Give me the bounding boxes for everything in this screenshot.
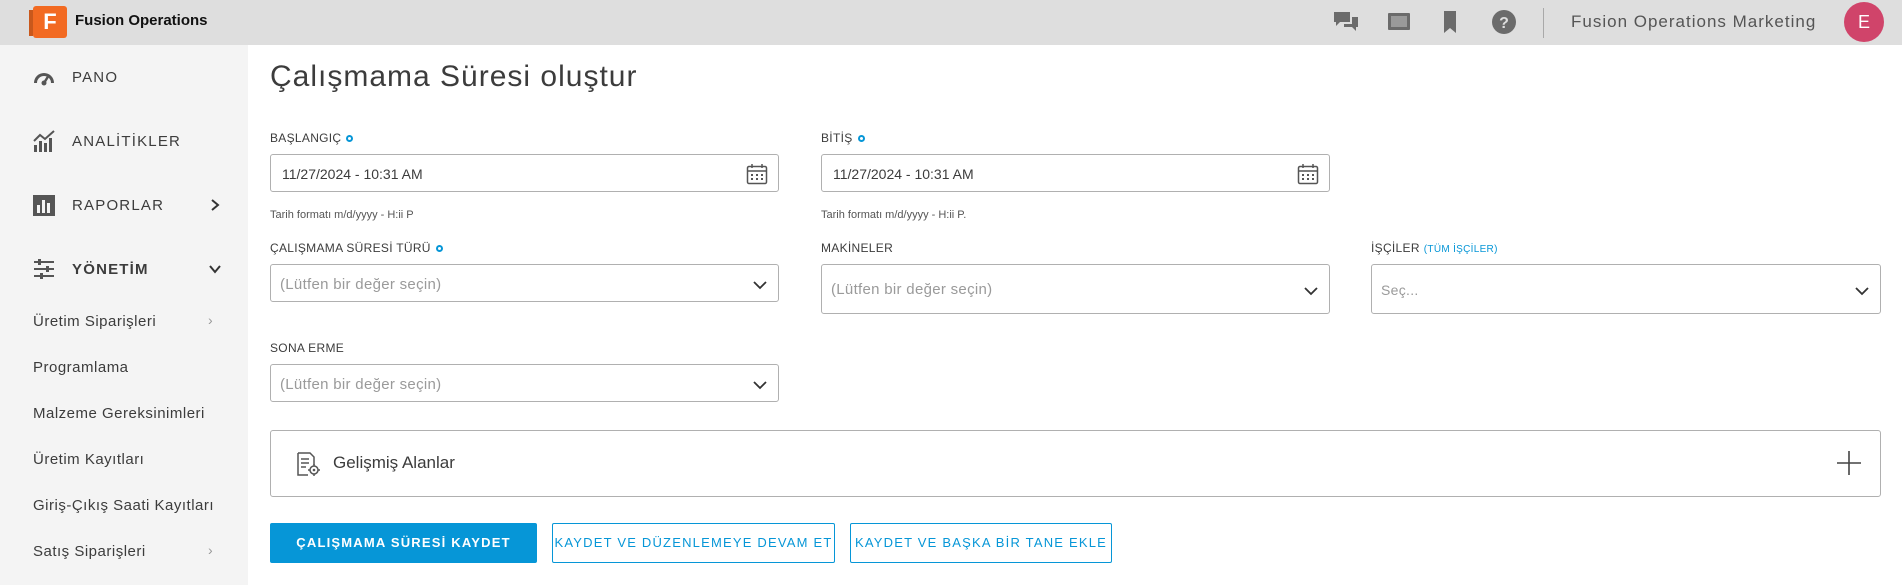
save-and-add-another-button[interactable]: KAYDET VE BAŞKA BİR TANE EKLE [850,523,1112,563]
required-indicator [857,135,865,143]
sidebar-item-label: YÖNETİM [72,261,149,278]
chevron-right-icon [211,199,220,211]
plus-icon[interactable] [1833,447,1865,479]
sidebar-item-reports[interactable]: RAPORLAR [0,185,248,225]
app-logo[interactable]: F [29,6,67,38]
advanced-fields-label: Gelişmiş Alanlar [333,453,455,472]
sidebar-subitem-scheduling[interactable]: Programlama [0,353,248,383]
machines-select[interactable]: (Lütfen bir değer seçin) [821,264,1330,314]
end-datetime-input[interactable]: 11/27/2024 - 10:31 AM [821,154,1330,192]
sidebar-subitem-label: Üretim Kayıtları [33,451,145,468]
screen-icon[interactable] [1385,9,1413,35]
sidebar-subitem-clock-records[interactable]: Giriş-Çıkış Saati Kayıtları [0,491,248,521]
dashboard-icon [34,73,54,86]
sidebar-item-dashboard[interactable]: PANO [0,57,248,97]
workers-select[interactable]: Seç... [1371,264,1881,314]
downtime-type-placeholder: (Lütfen bir değer seçin) [280,276,442,293]
advanced-settings-icon [297,452,320,476]
sidebar-subitem-label: Giriş-Çıkış Saati Kayıtları [33,497,215,514]
sidebar: PANO ANALİTİKLER RAPORLAR YÖNETİM Üretim… [0,45,248,585]
chevron-down-icon [753,281,767,290]
reports-icon [33,195,55,216]
save-downtime-button[interactable]: ÇALIŞMAMA SÜRESİ KAYDET [270,523,537,563]
start-datetime-value: 11/27/2024 - 10:31 AM [282,166,423,182]
end-label: BİTİŞ [821,131,865,145]
required-indicator [435,245,443,253]
sidebar-subitem-label: Malzeme Gereksinimleri [33,405,205,422]
machines-label: MAKİNELER [821,241,894,255]
app-title: Fusion Operations [75,12,208,29]
user-avatar[interactable]: E [1844,2,1884,42]
page-title: Çalışmama Süresi oluştur [270,60,638,93]
start-label: BAŞLANGIÇ [270,131,354,145]
calendar-icon[interactable] [1297,163,1319,185]
sliders-icon [34,259,54,279]
sidebar-subitem-production-orders[interactable]: Üretim Siparişleri › [0,307,248,337]
sidebar-item-management[interactable]: YÖNETİM [0,249,248,289]
workers-placeholder: Seç... [1381,282,1419,298]
sidebar-item-analytics[interactable]: ANALİTİKLER [0,121,248,161]
chevron-right-icon: › [208,542,213,558]
sidebar-subitem-sales-orders[interactable]: Satış Siparişleri › [0,537,248,567]
sidebar-subitem-production-records[interactable]: Üretim Kayıtları [0,445,248,475]
expiry-placeholder: (Lütfen bir değer seçin) [280,376,442,393]
svg-text:?: ? [1499,15,1509,32]
chevron-down-icon [753,381,767,390]
start-datetime-input[interactable]: 11/27/2024 - 10:31 AM [270,154,779,192]
expiry-label: SONA ERME [270,341,345,355]
sidebar-subitem-label: Programlama [33,359,129,376]
chat-icon[interactable] [1332,9,1360,35]
chevron-down-icon [1304,287,1318,296]
top-bar: F Fusion Operations ? Fusion Operations … [0,0,1902,45]
calendar-icon[interactable] [746,163,768,185]
downtime-type-select[interactable]: (Lütfen bir değer seçin) [270,264,779,302]
chevron-down-icon [209,265,221,274]
workers-label: İŞÇİLER (TÜM İŞÇİLER) [1371,241,1498,255]
required-indicator [346,135,354,143]
help-icon[interactable]: ? [1490,9,1518,35]
bookmark-icon[interactable] [1436,9,1464,35]
end-datetime-value: 11/27/2024 - 10:31 AM [833,166,974,182]
sidebar-item-label: ANALİTİKLER [72,133,182,150]
sidebar-item-label: RAPORLAR [72,197,165,214]
all-workers-link[interactable]: (TÜM İŞÇİLER) [1424,244,1498,255]
sidebar-subitem-material-requirements[interactable]: Malzeme Gereksinimleri [0,399,248,429]
start-date-hint: Tarih formatı m/d/yyyy - H:ii P [270,209,414,221]
advanced-fields-panel[interactable]: Gelişmiş Alanlar [270,430,1881,497]
top-bar-divider [1543,8,1544,38]
expiry-select[interactable]: (Lütfen bir değer seçin) [270,364,779,402]
save-and-continue-button[interactable]: KAYDET VE DÜZENLEMEYE DEVAM ET [552,523,835,563]
chevron-right-icon: › [208,312,213,328]
downtime-type-label: ÇALIŞMAMA SÜRESİ TÜRÜ [270,241,443,255]
machines-placeholder: (Lütfen bir değer seçin) [831,281,993,298]
end-date-hint: Tarih formatı m/d/yyyy - H:ii P. [821,209,967,221]
sidebar-subitem-label: Üretim Siparişleri [33,313,157,330]
chevron-down-icon [1855,287,1869,296]
organization-name[interactable]: Fusion Operations Marketing [1571,12,1816,32]
analytics-icon [33,130,55,152]
sidebar-subitem-label: Satış Siparişleri [33,543,146,560]
sidebar-item-label: PANO [72,69,119,86]
